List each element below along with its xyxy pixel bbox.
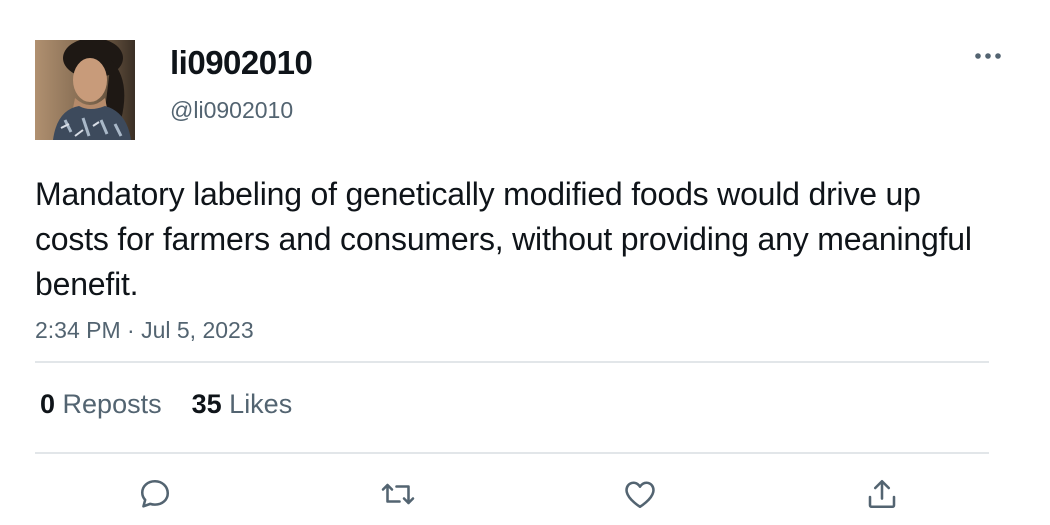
like-button[interactable] [620,474,660,514]
reposts-label: Reposts [62,389,162,419]
user-handle[interactable]: @li0902010 [170,96,293,124]
share-icon [868,479,896,509]
likes-label: Likes [229,389,293,419]
reply-button[interactable] [135,474,175,514]
more-horizontal-icon [975,53,1001,59]
repost-icon [381,483,415,505]
divider [35,361,989,363]
engagement-stats: 0 Reposts 35 Likes [40,388,292,420]
heart-icon [625,481,655,509]
display-name[interactable]: li0902010 [170,44,313,82]
reposts-count: 0 [40,389,56,419]
likes-stat[interactable]: 35 Likes [192,388,293,420]
avatar[interactable] [35,40,135,140]
tweet-card: li0902010 @li0902010 Mandatory labeling … [0,0,1050,525]
tweet-text: Mandatory labeling of genetically modifi… [35,176,972,302]
share-button[interactable] [862,474,902,514]
reply-icon [140,479,170,508]
likes-count: 35 [191,389,222,419]
tweet-timestamp[interactable]: 2:34 PM · Jul 5, 2023 [35,316,254,344]
divider [35,452,989,454]
avatar-photo [35,40,135,140]
more-options-button[interactable] [968,40,1008,72]
reposts-stat[interactable]: 0 Reposts [40,388,162,420]
repost-button[interactable] [378,474,418,514]
